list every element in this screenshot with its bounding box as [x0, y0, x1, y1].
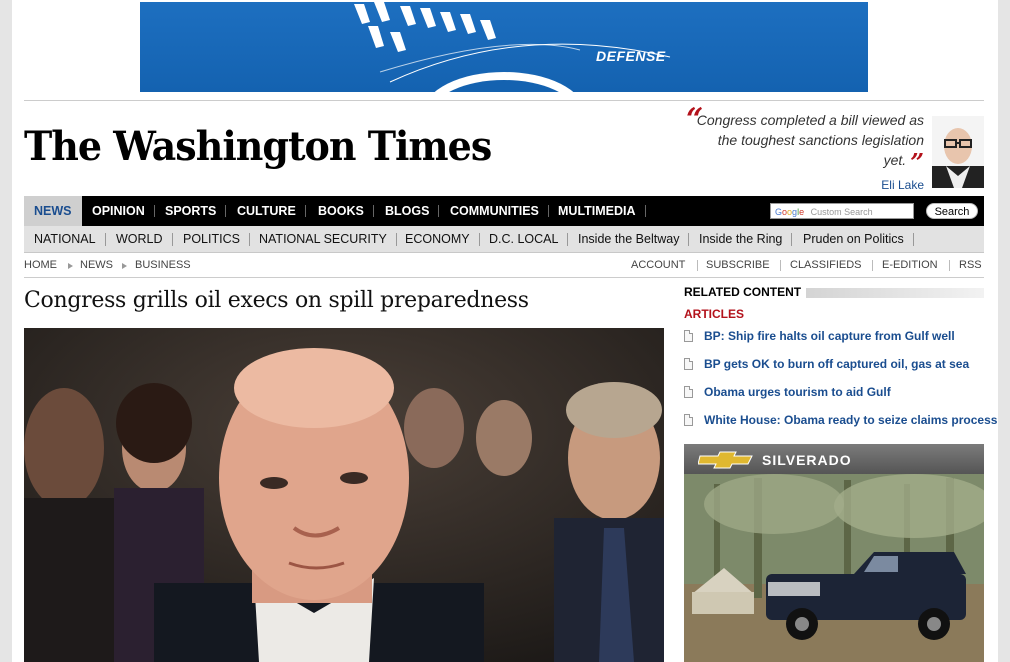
rss-link[interactable]: RSS	[959, 259, 982, 271]
nav-books[interactable]: BOOKS	[308, 196, 374, 226]
silverado-ad-header: SILVERADO	[684, 444, 984, 474]
breadcrumb-news[interactable]: NEWS	[80, 259, 113, 271]
article-photo[interactable]	[24, 328, 664, 662]
silverado-title: SILVERADO	[762, 452, 852, 468]
search-placeholder: Custom Search	[810, 207, 873, 217]
document-icon	[684, 414, 693, 426]
breadcrumb-home[interactable]: HOME	[24, 259, 57, 271]
subnav-pruden-on-politics[interactable]: Pruden on Politics	[793, 226, 914, 252]
site-logo[interactable]: The Washington Times	[24, 122, 492, 169]
utility-bar: HOME NEWS BUSINESS ACCOUNT SUBSCRIBE CLA…	[24, 253, 984, 278]
search-button[interactable]: Search	[926, 203, 978, 219]
chevrolet-bowtie-icon	[698, 451, 753, 469]
subnav-national-security[interactable]: NATIONAL SECURITY	[249, 226, 397, 252]
page: DEFENSE The Washington Times “ Congress …	[12, 0, 998, 662]
related-content-title: RELATED CONTENT	[684, 285, 802, 299]
subnav-inside-the-ring[interactable]: Inside the Ring	[689, 226, 793, 252]
classifieds-link[interactable]: CLASSIFIEDS	[790, 259, 862, 271]
quote-text-block: Congress completed a bill viewed as the …	[682, 110, 924, 175]
google-logo: Google	[775, 207, 805, 217]
silverado-ad[interactable]: SILVERADO	[684, 444, 984, 662]
pull-quote[interactable]: “ Congress completed a bill viewed as th…	[682, 102, 926, 192]
divider	[24, 100, 984, 101]
document-icon	[684, 358, 693, 370]
util-divider	[949, 260, 950, 271]
related-article-text[interactable]: Obama urges tourism to aid Gulf	[704, 385, 891, 399]
article-headline: Congress grills oil execs on spill prepa…	[24, 288, 529, 313]
related-content-header: RELATED CONTENT	[684, 285, 984, 301]
ad-artwork	[354, 2, 671, 92]
quote-text: Congress completed a bill viewed as the …	[696, 112, 924, 168]
nav-multimedia[interactable]: MULTIMEDIA	[548, 196, 646, 226]
document-icon	[684, 330, 693, 342]
related-article-text[interactable]: BP: Ship fire halts oil capture from Gul…	[704, 329, 955, 343]
subnav-world[interactable]: WORLD	[106, 226, 173, 252]
quote-author[interactable]: Eli Lake	[881, 178, 924, 192]
nav-blogs[interactable]: BLOGS	[375, 196, 440, 226]
e-edition-link[interactable]: E-EDITION	[882, 259, 938, 271]
close-quote-icon: ”	[910, 148, 924, 177]
util-divider	[697, 260, 698, 271]
util-divider	[780, 260, 781, 271]
nav-sports[interactable]: SPORTS	[155, 196, 227, 226]
articles-subheader: ARTICLES	[684, 307, 744, 321]
nav-culture[interactable]: CULTURE	[227, 196, 306, 226]
silverado-artwork	[684, 474, 984, 662]
subnav-dc-local[interactable]: D.C. LOCAL	[479, 226, 569, 252]
account-link[interactable]: ACCOUNT	[631, 259, 685, 271]
subnav-national[interactable]: NATIONAL	[24, 226, 106, 252]
main-nav: NEWS OPINION SPORTS CULTURE BOOKS BLOGS …	[24, 196, 984, 226]
subnav-economy[interactable]: ECONOMY	[395, 226, 480, 252]
nav-news[interactable]: NEWS	[24, 196, 82, 226]
subnav-politics[interactable]: POLITICS	[173, 226, 250, 252]
breadcrumb-arrow-icon	[122, 263, 127, 269]
breadcrumb-business[interactable]: BUSINESS	[135, 259, 191, 271]
author-avatar	[932, 116, 984, 188]
related-article-text[interactable]: BP gets OK to burn off captured oil, gas…	[704, 357, 969, 371]
header-gradient-bar	[806, 288, 984, 298]
photo-artwork	[24, 328, 664, 662]
sub-nav: NATIONAL WORLD POLITICS NATIONAL SECURIT…	[24, 226, 984, 253]
ad-label: DEFENSE	[596, 48, 666, 64]
nav-opinion[interactable]: OPINION	[82, 196, 155, 226]
util-divider	[872, 260, 873, 271]
subscribe-link[interactable]: SUBSCRIBE	[706, 259, 770, 271]
defense-ad-banner[interactable]: DEFENSE	[140, 2, 868, 92]
breadcrumb-arrow-icon	[68, 263, 73, 269]
subnav-inside-the-beltway[interactable]: Inside the Beltway	[568, 226, 690, 252]
nav-communities[interactable]: COMMUNITIES	[440, 196, 549, 226]
document-icon	[684, 386, 693, 398]
search-input[interactable]: Google Custom Search	[770, 203, 914, 219]
related-article-text[interactable]: White House: Obama ready to seize claims…	[704, 413, 997, 427]
